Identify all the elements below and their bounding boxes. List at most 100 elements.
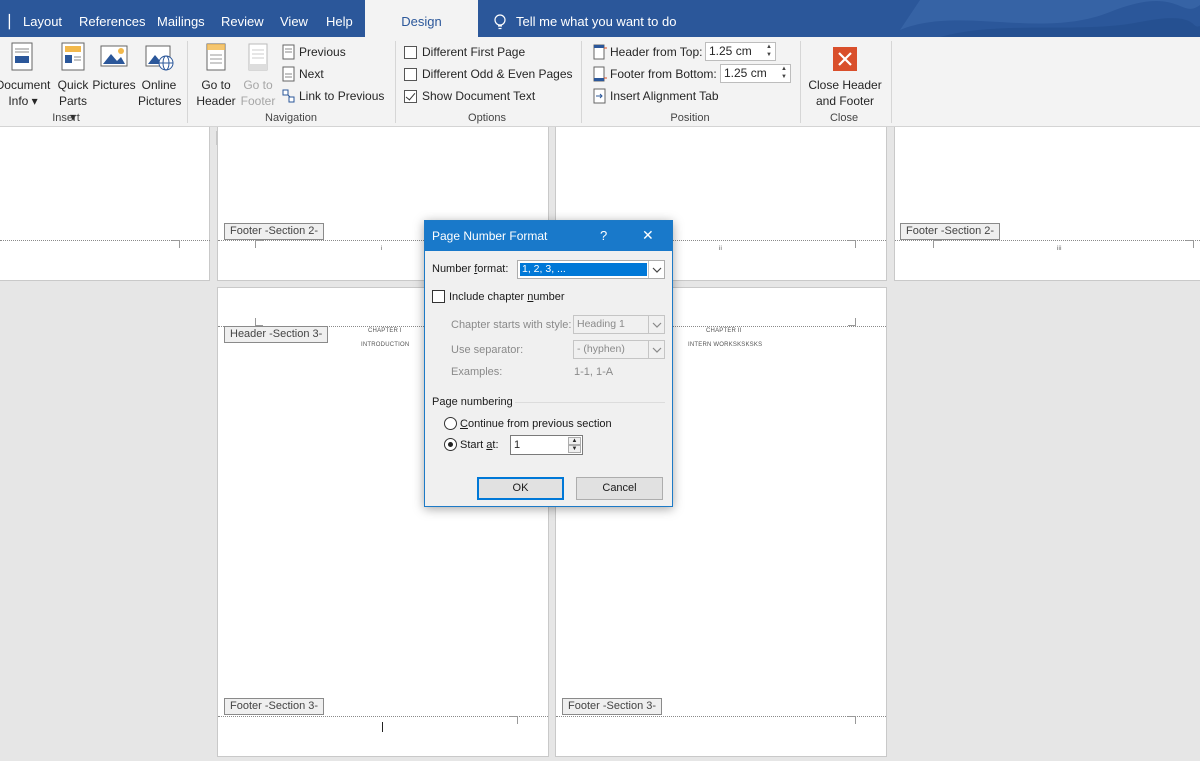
examples-value: 1-1, 1-A bbox=[574, 366, 614, 378]
chapter-heading: CHAPTER I bbox=[368, 328, 402, 334]
group-label-options: Options bbox=[468, 112, 506, 124]
footer-boundary-line bbox=[218, 716, 548, 717]
next-label: Next bbox=[299, 67, 324, 81]
margin-corner-mark bbox=[1186, 240, 1194, 248]
different-odd-even-label: Different Odd & Even Pages bbox=[422, 67, 573, 81]
go-to-header-button[interactable]: Go to Header bbox=[194, 41, 238, 109]
quick-parts-label-1: Quick bbox=[57, 78, 89, 92]
tell-me-search[interactable]: Tell me what you want to do bbox=[493, 0, 676, 37]
online-pictures-label-2: Pictures bbox=[138, 94, 182, 108]
header-from-top-label: Header from Top: bbox=[610, 45, 703, 59]
dialog-title-bar[interactable]: Page Number Format ? ✕ bbox=[425, 221, 672, 251]
online-pictures-label-1: Online bbox=[141, 78, 177, 92]
start-at-radio[interactable] bbox=[444, 438, 457, 451]
document-info-button[interactable]: Document Info ▾ bbox=[0, 41, 52, 109]
pictures-button[interactable]: Pictures bbox=[92, 41, 136, 93]
margin-corner-mark bbox=[848, 318, 856, 326]
pictures-label: Pictures bbox=[92, 78, 136, 92]
different-odd-even-checkbox[interactable]: Different Odd & Even Pages bbox=[404, 64, 573, 84]
show-document-text-checkbox[interactable]: Show Document Text bbox=[404, 86, 535, 106]
spin-up-icon[interactable]: ▲ bbox=[568, 437, 581, 445]
tab-help[interactable]: Help bbox=[326, 0, 353, 37]
margin-corner-mark bbox=[848, 240, 856, 248]
include-chapter-number-label: Include chapter number bbox=[449, 291, 565, 303]
footer-from-bottom-label: Footer from Bottom: bbox=[610, 67, 717, 81]
spinner-arrows-icon[interactable]: ▲ ▼ bbox=[778, 65, 790, 82]
document-info-label-1: Document bbox=[0, 78, 51, 92]
page-number-text: iii bbox=[1057, 246, 1062, 252]
different-first-page-box[interactable] bbox=[404, 46, 417, 59]
header-from-top-value: 1.25 cm bbox=[709, 44, 752, 58]
chevron-down-icon[interactable] bbox=[648, 341, 664, 358]
group-separator bbox=[395, 41, 396, 123]
footer-from-bottom-spinner[interactable]: 1.25 cm ▲ ▼ bbox=[720, 64, 791, 83]
tab-view[interactable]: View bbox=[280, 0, 308, 37]
group-label-navigation: Navigation bbox=[265, 112, 317, 124]
chapter-style-value: Heading 1 bbox=[577, 318, 625, 330]
header-section-3-tag: Header -Section 3- bbox=[224, 326, 329, 343]
close-icon[interactable]: ✕ bbox=[642, 227, 654, 244]
ribbon-tab-bar: ▕ Layout References Mailings Review View… bbox=[0, 0, 1200, 37]
use-separator-label: Use separator: bbox=[451, 344, 524, 356]
margin-corner-mark bbox=[848, 716, 856, 724]
tab-mailings[interactable]: Mailings bbox=[157, 0, 205, 37]
group-separator bbox=[581, 41, 582, 123]
margin-corner-mark bbox=[255, 318, 263, 326]
go-to-footer-button[interactable]: Go to Footer bbox=[238, 41, 278, 109]
chapter-style-dropdown[interactable]: Heading 1 bbox=[573, 315, 665, 334]
margin-corner-mark bbox=[172, 240, 180, 248]
number-format-dropdown[interactable]: 1, 2, 3, ... bbox=[517, 260, 665, 279]
footer-from-bottom-value: 1.25 cm bbox=[724, 66, 767, 80]
header-from-top-spinner[interactable]: 1.25 cm ▲ ▼ bbox=[705, 42, 776, 61]
close-header-footer-button[interactable]: Close Header and Footer bbox=[806, 41, 884, 109]
insert-alignment-tab-button[interactable]: Insert Alignment Tab bbox=[593, 86, 719, 106]
document-info-label-2: Info ▾ bbox=[8, 94, 38, 108]
chevron-down-icon[interactable] bbox=[648, 261, 664, 278]
chevron-down-icon[interactable] bbox=[648, 316, 664, 333]
start-at-spinner[interactable]: 1 ▲ ▼ bbox=[510, 435, 583, 455]
continue-from-previous-radio[interactable] bbox=[444, 417, 457, 430]
start-at-value: 1 bbox=[514, 439, 521, 451]
cancel-button[interactable]: Cancel bbox=[576, 477, 663, 500]
insert-alignment-tab-label: Insert Alignment Tab bbox=[610, 89, 719, 103]
online-pictures-button[interactable]: Online Pictures bbox=[138, 41, 182, 109]
separator-dropdown[interactable]: - (hyphen) bbox=[573, 340, 665, 359]
document-page-partial-right[interactable] bbox=[894, 127, 1200, 281]
different-first-page-checkbox[interactable]: Different First Page bbox=[404, 42, 525, 62]
continue-from-previous-label: Continue from previous section bbox=[460, 418, 612, 430]
title-bar-decoration bbox=[900, 0, 1200, 37]
tell-me-text: Tell me what you want to do bbox=[516, 14, 677, 29]
online-pictures-icon bbox=[145, 45, 174, 71]
go-to-footer-label-2: Footer bbox=[240, 94, 276, 108]
close-header-footer-label-2: and Footer bbox=[815, 94, 875, 108]
header-position-icon bbox=[593, 44, 607, 60]
chapter-title: INTRODUCTION bbox=[361, 342, 410, 348]
tab-layout[interactable]: Layout bbox=[23, 0, 62, 37]
spin-down-icon[interactable]: ▼ bbox=[568, 445, 581, 453]
tab-design[interactable]: Design bbox=[365, 0, 478, 37]
ok-button[interactable]: OK bbox=[477, 477, 564, 500]
different-odd-even-box[interactable] bbox=[404, 68, 417, 81]
tab-truncated[interactable]: ▕ bbox=[0, 0, 10, 37]
spinner-arrows-icon[interactable]: ▲ ▼ bbox=[763, 43, 775, 60]
include-chapter-number-checkbox[interactable] bbox=[432, 290, 445, 303]
document-page-partial-left[interactable] bbox=[0, 127, 210, 281]
close-header-footer-label-1: Close Header bbox=[808, 78, 882, 92]
margin-corner-mark bbox=[510, 716, 518, 724]
help-icon[interactable]: ? bbox=[600, 228, 607, 243]
go-to-footer-label-1: Go to bbox=[243, 78, 273, 92]
header-from-top: Header from Top: bbox=[593, 42, 703, 62]
section-divider bbox=[515, 402, 665, 403]
footer-section-2-tag: Footer -Section 2- bbox=[900, 223, 1001, 240]
next-button[interactable]: Next bbox=[282, 64, 324, 84]
chapter-title: INTERN WORKSKSKSKS bbox=[688, 342, 763, 348]
footer-from-bottom: Footer from Bottom: bbox=[593, 64, 717, 84]
margin-corner-mark bbox=[933, 240, 941, 248]
previous-button[interactable]: Previous bbox=[282, 42, 346, 62]
tab-references[interactable]: References bbox=[79, 0, 145, 37]
link-to-previous-button[interactable]: Link to Previous bbox=[282, 86, 384, 106]
tab-review[interactable]: Review bbox=[221, 0, 264, 37]
group-label-position: Position bbox=[670, 112, 710, 124]
show-document-text-box[interactable] bbox=[404, 90, 417, 103]
group-separator bbox=[187, 41, 188, 123]
